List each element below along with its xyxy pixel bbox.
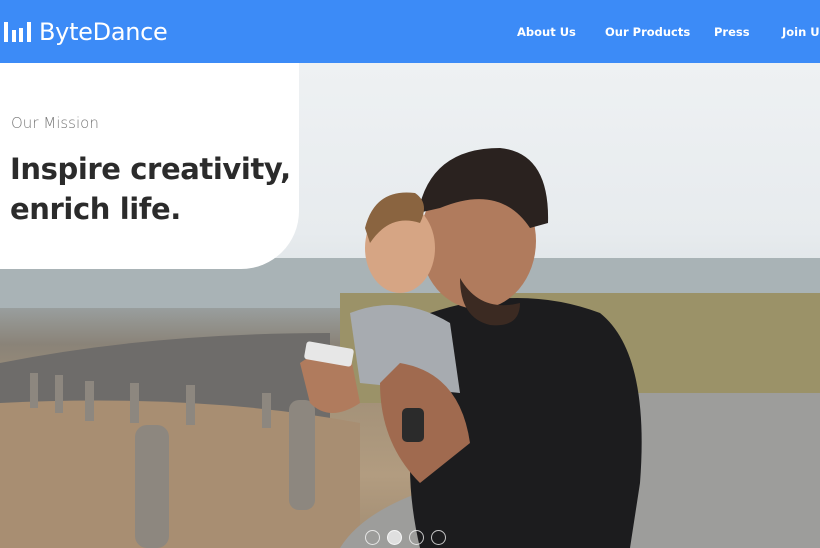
carousel-indicators <box>365 530 446 545</box>
nav-about-us[interactable]: About Us <box>517 25 576 39</box>
nav-our-products[interactable]: Our Products <box>605 25 690 39</box>
bar-chart-logo-icon <box>4 22 31 42</box>
carousel-dot[interactable] <box>431 530 446 545</box>
brand-logo[interactable]: ByteDance <box>3 18 168 46</box>
carousel-dot-active[interactable] <box>387 530 402 545</box>
mission-label: Our Mission <box>11 114 99 132</box>
carousel-dot[interactable] <box>409 530 424 545</box>
top-nav-bar: ByteDance About Us Our Products Press Jo… <box>0 0 820 63</box>
nav-press[interactable]: Press <box>714 25 750 39</box>
mission-title: Inspire creativity, enrich life. <box>10 152 291 226</box>
brand-name: ByteDance <box>39 18 168 46</box>
nav-join-us[interactable]: Join Us <box>782 25 820 39</box>
carousel-dot[interactable] <box>365 530 380 545</box>
mission-card: Our Mission Inspire creativity, enrich l… <box>0 63 299 269</box>
